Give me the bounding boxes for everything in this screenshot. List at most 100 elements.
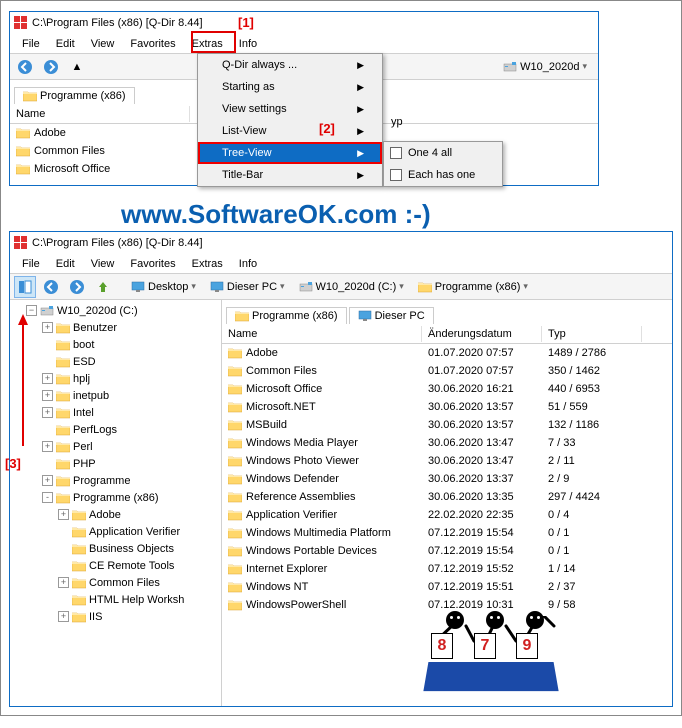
- file-row[interactable]: Reference Assemblies30.06.2020 13:35297 …: [222, 488, 672, 506]
- tree-label: boot: [73, 339, 94, 351]
- tree-item[interactable]: +Intel: [12, 404, 219, 421]
- col-date[interactable]: Änderungsdatum: [422, 326, 542, 342]
- folder-icon: [235, 310, 249, 322]
- col-type[interactable]: Typ: [542, 326, 642, 342]
- desktop-icon: [131, 281, 145, 293]
- tree-item[interactable]: +Perl: [12, 438, 219, 455]
- tree-item[interactable]: +Programme: [12, 472, 219, 489]
- file-row[interactable]: Microsoft.NET30.06.2020 13:5751 / 559: [222, 398, 672, 416]
- menu-view[interactable]: View: [83, 256, 123, 272]
- tree-item[interactable]: + inetpub: [12, 387, 219, 404]
- menu-favorites[interactable]: Favorites: [122, 36, 183, 52]
- file-date: 01.07.2020 07:57: [422, 365, 542, 377]
- tree-toggle-icon[interactable]: +: [42, 373, 53, 384]
- menu-info[interactable]: Info: [231, 256, 265, 272]
- tree-label: inetpub: [73, 390, 109, 402]
- tree-item[interactable]: HTML Help Worksh: [12, 591, 219, 608]
- dropdown-title-bar[interactable]: Title-Bar▶: [198, 164, 382, 186]
- tree-item[interactable]: +Common Files: [12, 574, 219, 591]
- file-row[interactable]: Windows Media Player30.06.2020 13:477 / …: [222, 434, 672, 452]
- folder-icon: [228, 473, 242, 485]
- nav-back-button[interactable]: [14, 56, 36, 78]
- file-row[interactable]: Microsoft Office30.06.2020 16:21440 / 69…: [222, 380, 672, 398]
- tab-dieser-pc[interactable]: Dieser PC: [349, 307, 434, 324]
- tree-toggle-icon[interactable]: +: [42, 322, 53, 333]
- tree-toggle-icon[interactable]: +: [58, 577, 69, 588]
- tree-item[interactable]: boot: [12, 336, 219, 353]
- menu-edit[interactable]: Edit: [48, 36, 83, 52]
- tree-toggle-icon[interactable]: +: [58, 611, 69, 622]
- tree-item[interactable]: +hplj: [12, 370, 219, 387]
- col-name[interactable]: Name: [10, 106, 190, 122]
- file-row[interactable]: Adobe01.07.2020 07:571489 / 2786: [222, 344, 672, 362]
- tree-label: Programme (x86): [73, 492, 159, 504]
- file-type: 2 / 11: [542, 455, 642, 467]
- nav-fwd-button[interactable]: [40, 56, 62, 78]
- titlebar-bottom[interactable]: C:\Program Files (x86) [Q-Dir 8.44]: [10, 232, 672, 254]
- titlebar-top[interactable]: C:\Program Files (x86) [Q-Dir 8.44]: [10, 12, 598, 34]
- menu-favorites[interactable]: Favorites: [122, 256, 183, 272]
- file-row[interactable]: Windows NT07.12.2019 15:512 / 37: [222, 578, 672, 596]
- tree-toggle-icon[interactable]: +: [42, 407, 53, 418]
- menu-file[interactable]: File: [14, 36, 48, 52]
- tab-programme[interactable]: Programme (x86): [226, 307, 347, 324]
- tree-item[interactable]: CE Remote Tools: [12, 557, 219, 574]
- tree-item[interactable]: Application Verifier: [12, 523, 219, 540]
- folder-icon: [72, 560, 86, 572]
- file-row[interactable]: MSBuild30.06.2020 13:57132 / 1186: [222, 416, 672, 434]
- menu-edit[interactable]: Edit: [48, 256, 83, 272]
- tree-item[interactable]: - Programme (x86): [12, 489, 219, 506]
- dropdown-qdir-always[interactable]: Q-Dir always ...▶: [198, 54, 382, 76]
- submenu-each-has-one[interactable]: Each has one: [384, 164, 502, 186]
- tree-item[interactable]: +Benutzer: [12, 319, 219, 336]
- dropdown-tree-view[interactable]: Tree-View▶: [198, 142, 382, 164]
- tree-toggle-icon[interactable]: +: [42, 390, 53, 401]
- tree-toggle-icon[interactable]: +: [42, 475, 53, 486]
- menu-view[interactable]: View: [83, 36, 123, 52]
- tree-root[interactable]: − W10_2020d (C:): [12, 302, 219, 319]
- tree-item[interactable]: ESD: [12, 353, 219, 370]
- submenu-one-4-all[interactable]: One 4 all: [384, 142, 502, 164]
- file-row[interactable]: Windows Portable Devices07.12.2019 15:54…: [222, 542, 672, 560]
- nav-up-button[interactable]: [92, 276, 114, 298]
- file-row[interactable]: Windows Photo Viewer30.06.2020 13:472 / …: [222, 452, 672, 470]
- file-date: 07.12.2019 15:54: [422, 527, 542, 539]
- file-row[interactable]: Common Files01.07.2020 07:57350 / 1462: [222, 362, 672, 380]
- tree-item[interactable]: +IIS: [12, 608, 219, 625]
- col-name[interactable]: Name: [222, 326, 422, 342]
- tree-item[interactable]: +Adobe: [12, 506, 219, 523]
- menu-extras[interactable]: Extras: [184, 256, 231, 272]
- path-desktop[interactable]: Desktop▾: [128, 276, 203, 298]
- folder-icon: [228, 437, 242, 449]
- nav-back-button[interactable]: [40, 276, 62, 298]
- tree-toggle-icon[interactable]: +: [42, 441, 53, 452]
- path-drive[interactable]: W10_2020d (C:)▾: [296, 276, 411, 298]
- tree-toggle-icon[interactable]: +: [58, 509, 69, 520]
- file-row[interactable]: Application Verifier22.02.2020 22:350 / …: [222, 506, 672, 524]
- tree-pane: − W10_2020d (C:) +BenutzerbootESD+hplj+i…: [10, 300, 222, 706]
- tree-toggle-icon[interactable]: -: [42, 492, 53, 503]
- file-row[interactable]: Windows Defender30.06.2020 13:372 / 9: [222, 470, 672, 488]
- nav-up-button[interactable]: ▲: [66, 56, 88, 78]
- path-dieser-pc[interactable]: Dieser PC▾: [207, 276, 292, 298]
- dropdown-list-view[interactable]: List-View▶: [198, 120, 382, 142]
- tree-toggle-button[interactable]: [14, 276, 36, 298]
- dropdown-view-settings[interactable]: View settings▶: [198, 98, 382, 120]
- path-programme[interactable]: Programme (x86)▾: [415, 276, 535, 298]
- tree-item[interactable]: PHP: [12, 455, 219, 472]
- app-icon: [14, 236, 28, 250]
- file-type: 9 / 58: [542, 599, 642, 611]
- path-drive[interactable]: W10_2020d ▾: [500, 56, 594, 78]
- menu-file[interactable]: File: [14, 256, 48, 272]
- nav-fwd-button[interactable]: [66, 276, 88, 298]
- file-type: 0 / 1: [542, 545, 642, 557]
- file-row[interactable]: Internet Explorer07.12.2019 15:521 / 14: [222, 560, 672, 578]
- tab-programme[interactable]: Programme (x86): [14, 87, 135, 104]
- folder-icon: [228, 383, 242, 395]
- dropdown-starting-as[interactable]: Starting as▶: [198, 76, 382, 98]
- tree-item[interactable]: PerfLogs: [12, 421, 219, 438]
- file-date: 30.06.2020 13:47: [422, 455, 542, 467]
- file-row[interactable]: Windows Multimedia Platform07.12.2019 15…: [222, 524, 672, 542]
- tree-item[interactable]: Business Objects: [12, 540, 219, 557]
- folder-icon: [16, 163, 30, 175]
